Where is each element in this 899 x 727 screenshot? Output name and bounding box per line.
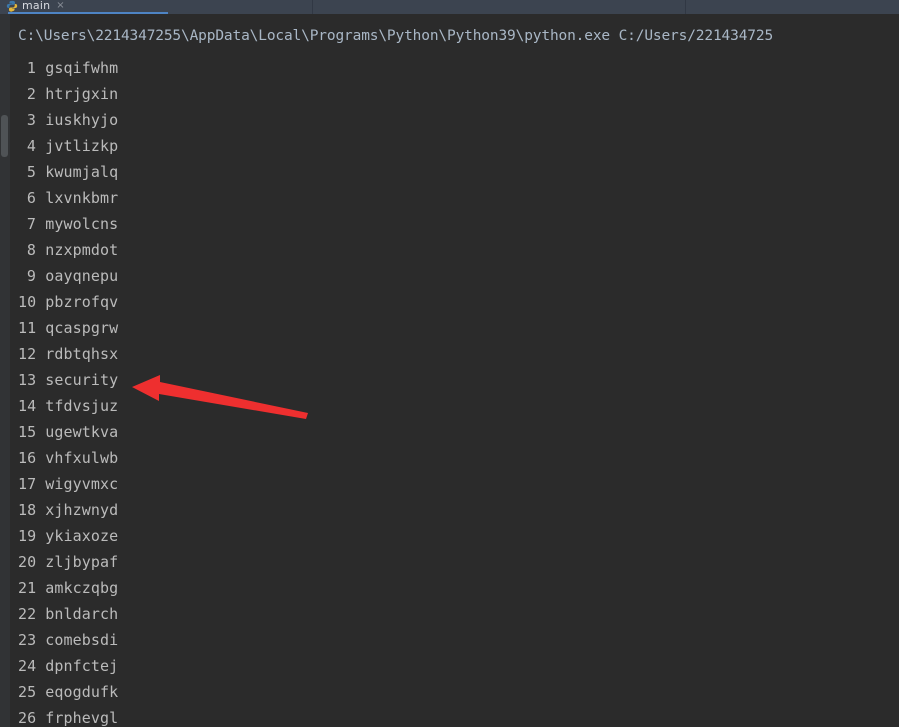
row-value: lxvnkbmr	[45, 189, 119, 207]
console-output-row: 19 ykiaxoze	[18, 526, 118, 546]
close-icon[interactable]: ×	[56, 0, 64, 11]
console-output-row: 11 qcaspgrw	[18, 318, 118, 338]
row-index: 15	[18, 423, 37, 441]
run-console[interactable]: C:\Users\2214347255\AppData\Local\Progra…	[0, 14, 899, 727]
header-divider-2	[685, 0, 686, 14]
command-line-text: C:\Users\2214347255\AppData\Local\Progra…	[18, 28, 774, 44]
row-index: 22	[18, 605, 37, 623]
row-value: vhfxulwb	[45, 449, 119, 467]
console-output-row: 25 eqogdufk	[18, 682, 118, 702]
row-value: amkczqbg	[45, 579, 119, 597]
row-index: 25	[18, 683, 37, 701]
row-value: zljbypaf	[45, 553, 119, 571]
row-value: kwumjalq	[45, 163, 119, 181]
row-index: 3	[26, 111, 37, 129]
row-index: 13	[18, 371, 37, 389]
console-output-row: 10 pbzrofqv	[18, 292, 118, 312]
row-index: 26	[18, 709, 37, 727]
row-value: frphevgl	[45, 709, 119, 727]
row-index: 12	[18, 345, 37, 363]
row-value: ykiaxoze	[45, 527, 119, 545]
row-value: ugewtkva	[45, 423, 119, 441]
row-index: 24	[18, 657, 37, 675]
row-value: tfdvsjuz	[45, 397, 119, 415]
row-index: 18	[18, 501, 37, 519]
row-index: 11	[18, 319, 37, 337]
editor-tabbar: main ×	[0, 0, 899, 14]
row-value: rdbtqhsx	[45, 345, 119, 363]
row-value: comebsdi	[45, 631, 119, 649]
python-file-icon	[6, 0, 18, 12]
row-value: gsqifwhm	[45, 59, 119, 77]
row-value: dpnfctej	[45, 657, 119, 675]
console-output-row: 2 htrjgxin	[18, 84, 118, 104]
row-value: pbzrofqv	[45, 293, 119, 311]
row-value: mywolcns	[45, 215, 119, 233]
row-value: htrjgxin	[45, 85, 119, 103]
row-index: 23	[18, 631, 37, 649]
row-index: 7	[26, 215, 37, 233]
console-output-row: 23 comebsdi	[18, 630, 118, 650]
row-index: 5	[26, 163, 37, 181]
row-value: iuskhyjo	[45, 111, 119, 129]
header-divider-1	[312, 0, 313, 14]
annotation-arrow-icon	[132, 375, 308, 419]
row-index: 19	[18, 527, 37, 545]
row-index: 9	[26, 267, 37, 285]
row-index: 6	[26, 189, 37, 207]
console-output-row: 1 gsqifwhm	[18, 58, 118, 78]
console-output-row: 21 amkczqbg	[18, 578, 118, 598]
console-output-row: 6 lxvnkbmr	[18, 188, 118, 208]
row-value: security	[45, 371, 119, 389]
console-output-row: 4 jvtlizkp	[18, 136, 118, 156]
console-output-row: 18 xjhzwnyd	[18, 500, 118, 520]
vertical-scrollbar-thumb[interactable]	[1, 115, 8, 157]
row-value: nzxpmdot	[45, 241, 119, 259]
row-index: 4	[26, 137, 37, 155]
tab-label: main	[22, 0, 51, 12]
row-index: 1	[26, 59, 37, 77]
console-output-row: 12 rdbtqhsx	[18, 344, 118, 364]
console-output-row: 20 zljbypaf	[18, 552, 118, 572]
row-index: 2	[26, 85, 37, 103]
console-output-row: 9 oayqnepu	[18, 266, 118, 286]
row-index: 14	[18, 397, 37, 415]
row-index: 8	[26, 241, 37, 259]
row-value: xjhzwnyd	[45, 501, 119, 519]
console-output-row: 16 vhfxulwb	[18, 448, 118, 468]
row-index: 10	[18, 293, 37, 311]
console-output-row: 14 tfdvsjuz	[18, 396, 118, 416]
console-output-row: 8 nzxpmdot	[18, 240, 118, 260]
row-value: bnldarch	[45, 605, 119, 623]
console-output-row: 15 ugewtkva	[18, 422, 118, 442]
console-output-row: 26 frphevgl	[18, 708, 118, 727]
console-output-row: 24 dpnfctej	[18, 656, 118, 676]
row-index: 20	[18, 553, 37, 571]
console-gutter	[0, 14, 10, 727]
row-value: qcaspgrw	[45, 319, 119, 337]
console-output-row: 5 kwumjalq	[18, 162, 118, 182]
console-output-row: 17 wigyvmxc	[18, 474, 118, 494]
row-value: oayqnepu	[45, 267, 119, 285]
console-output-row: 7 mywolcns	[18, 214, 118, 234]
row-index: 17	[18, 475, 37, 493]
row-value: wigyvmxc	[45, 475, 119, 493]
console-output-row: 13 security	[18, 370, 118, 390]
console-output-row: 3 iuskhyjo	[18, 110, 118, 130]
tab-main[interactable]: main ×	[0, 0, 168, 14]
row-index: 21	[18, 579, 37, 597]
console-output-row: 22 bnldarch	[18, 604, 118, 624]
console-window: main × C:\Users\2214347255\AppData\Local…	[0, 0, 899, 727]
row-value: eqogdufk	[45, 683, 119, 701]
row-value: jvtlizkp	[45, 137, 119, 155]
row-index: 16	[18, 449, 37, 467]
